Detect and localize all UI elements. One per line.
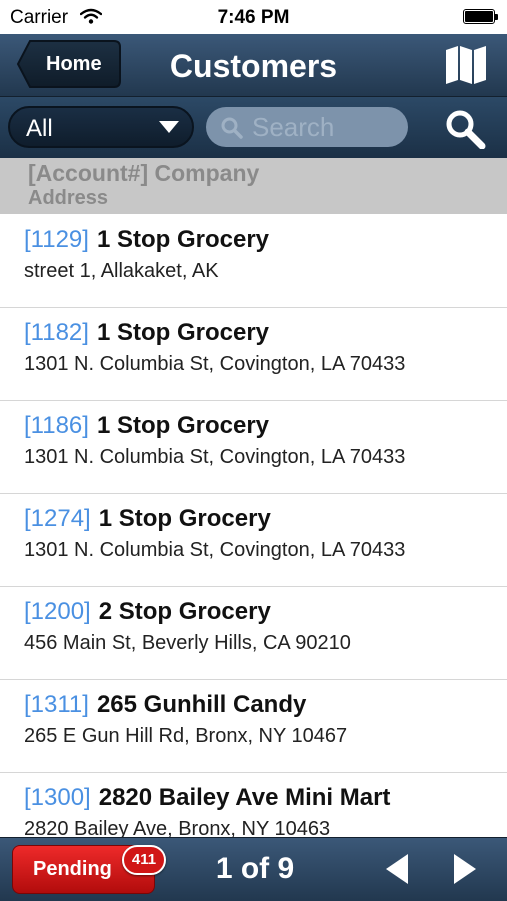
- triangle-left-icon: [386, 854, 408, 884]
- account-number: [1182]: [24, 319, 89, 346]
- triangle-right-icon: [454, 854, 476, 884]
- filter-bar: All: [0, 97, 507, 158]
- customer-row[interactable]: [1129] 1 Stop Grocery street 1, Allakaket…: [0, 215, 507, 308]
- account-number: [1300]: [24, 784, 91, 811]
- company-name: 2820 Bailey Ave Mini Mart: [98, 784, 391, 811]
- customer-list[interactable]: [1129] 1 Stop Grocery street 1, Allakaket…: [0, 215, 507, 837]
- company-name: 265 Gunhill Candy: [96, 691, 307, 718]
- customer-row[interactable]: [1311] 265 Gunhill Candy 265 E Gun Hill R…: [0, 680, 507, 773]
- customer-address: 2820 Bailey Ave, Bronx, NY 10463: [24, 818, 331, 837]
- search-input[interactable]: [252, 111, 402, 143]
- customer-address: 456 Main St, Beverly Hills, CA 90210: [24, 632, 351, 654]
- battery-icon: [463, 9, 498, 24]
- navigation-bar: Home Customers: [0, 34, 507, 97]
- pending-count-badge: 411: [122, 845, 166, 875]
- search-field[interactable]: [206, 107, 408, 147]
- account-number: [1186]: [24, 412, 89, 439]
- search-icon: [221, 117, 243, 139]
- status-bar: Carrier 7:46 PM: [0, 0, 507, 34]
- chevron-down-icon: [159, 121, 179, 133]
- next-page-button[interactable]: [452, 852, 478, 891]
- account-number: [1200]: [24, 598, 91, 625]
- header-account-company: [Account#] Company: [28, 160, 260, 186]
- pending-label: Pending: [33, 858, 112, 880]
- filter-select[interactable]: All: [8, 106, 194, 148]
- customer-address: 265 E Gun Hill Rd, Bronx, NY 10467: [24, 725, 348, 747]
- account-number: [1129]: [24, 226, 89, 253]
- company-name: 1 Stop Grocery: [96, 412, 270, 439]
- search-button[interactable]: [444, 109, 486, 154]
- customer-row[interactable]: [1200] 2 Stop Grocery 456 Main St, Beverl…: [0, 587, 507, 680]
- page-indicator: 1 of 9: [215, 852, 295, 885]
- customer-row[interactable]: [1300] 2820 Bailey Ave Mini Mart 2820 Bai…: [0, 773, 507, 837]
- page-title: Customers: [169, 48, 338, 84]
- bottom-toolbar: Pending 411 1 of 9: [0, 837, 507, 901]
- customer-row[interactable]: [1186] 1 Stop Grocery 1301 N. Columbia St…: [0, 401, 507, 494]
- customer-address: 1301 N. Columbia St, Covington, LA 70433: [24, 353, 406, 375]
- search-icon: [446, 110, 486, 150]
- pending-button[interactable]: Pending 411: [12, 845, 166, 894]
- filter-select-value: All: [26, 115, 53, 142]
- header-address: Address: [28, 187, 109, 209]
- customer-address: 1301 N. Columbia St, Covington, LA 70433: [24, 446, 406, 468]
- account-number: [1274]: [24, 505, 91, 532]
- map-icon[interactable]: [444, 44, 488, 91]
- customer-address: 1301 N. Columbia St, Covington, LA 70433: [24, 539, 406, 561]
- company-name: 1 Stop Grocery: [96, 319, 270, 346]
- customer-row[interactable]: [1274] 1 Stop Grocery 1301 N. Columbia St…: [0, 494, 507, 587]
- company-name: 2 Stop Grocery: [98, 598, 271, 625]
- status-time: 7:46 PM: [217, 7, 290, 28]
- company-name: 1 Stop Grocery: [96, 226, 270, 253]
- customer-row[interactable]: [1182] 1 Stop Grocery 1301 N. Columbia St…: [0, 308, 507, 401]
- company-name: 1 Stop Grocery: [98, 505, 271, 532]
- customer-address: street 1, Allakaket, AK: [24, 260, 219, 282]
- account-number: [1311]: [24, 691, 89, 718]
- previous-page-button[interactable]: [384, 852, 410, 891]
- list-column-header: [Account#] Company Address: [0, 158, 507, 214]
